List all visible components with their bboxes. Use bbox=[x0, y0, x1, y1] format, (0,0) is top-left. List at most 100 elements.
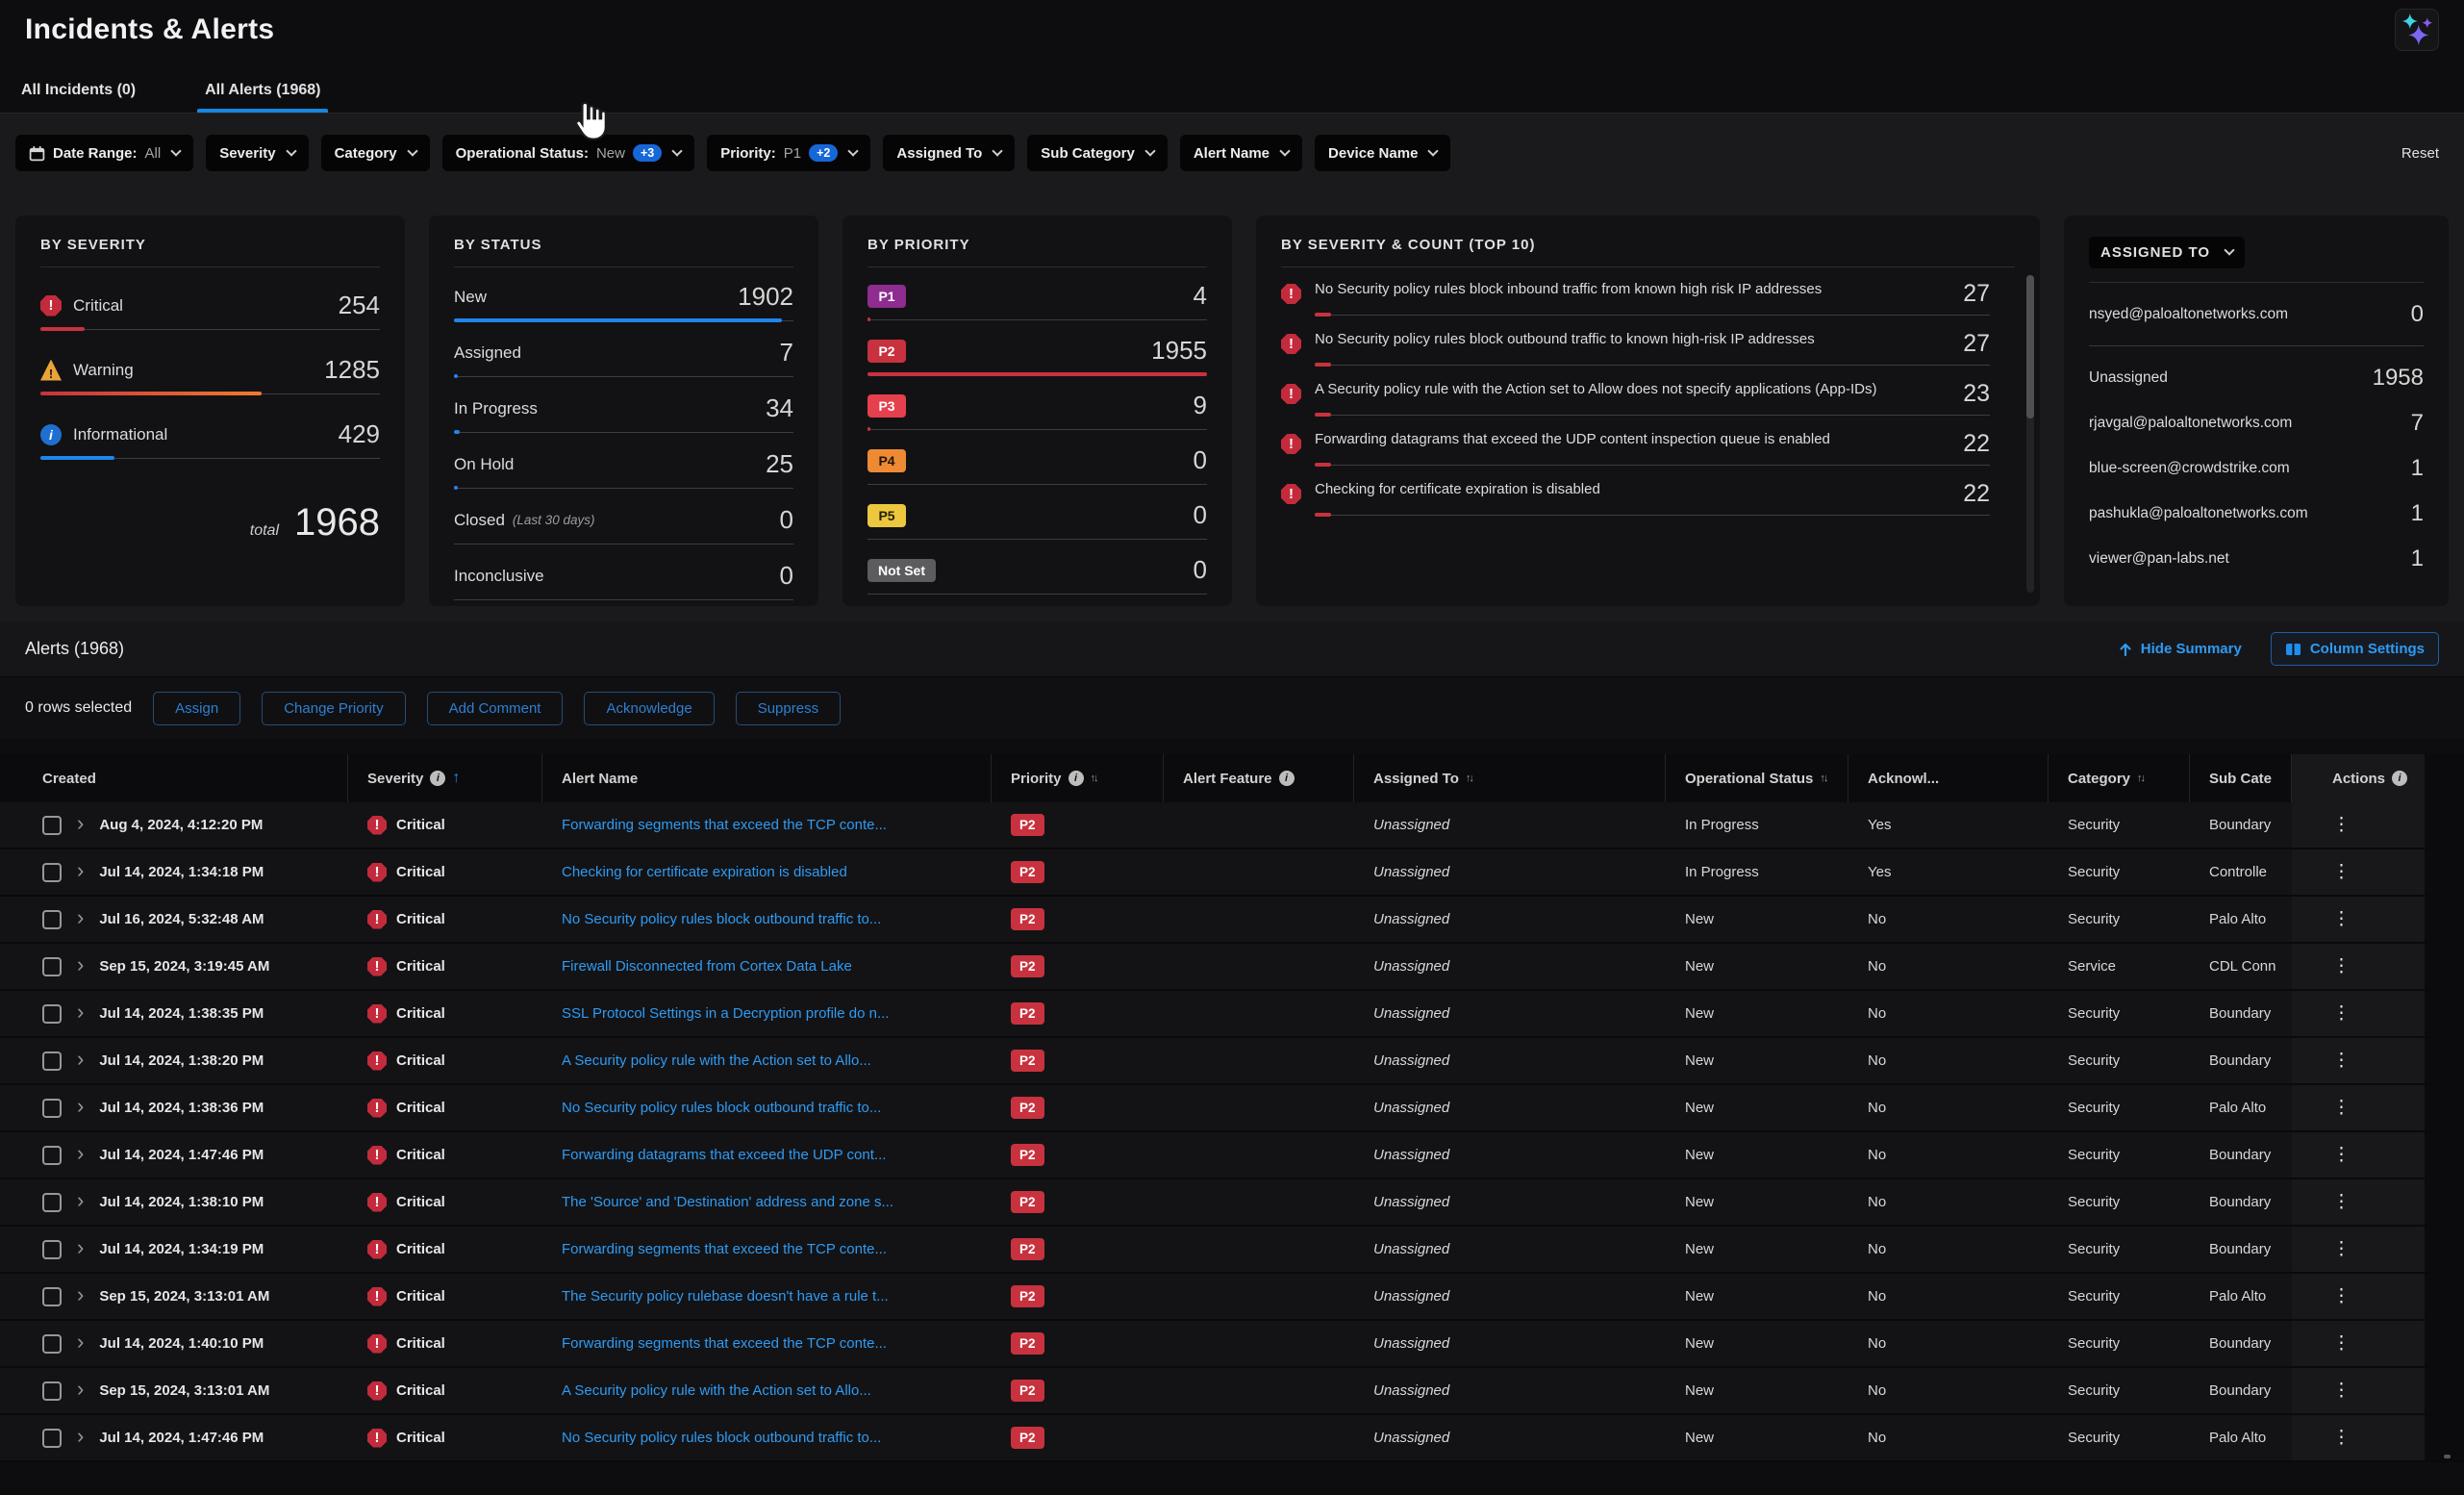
row-actions-menu[interactable]: ⋮ bbox=[2332, 908, 2351, 930]
chevron-right-icon[interactable]: › bbox=[77, 813, 84, 834]
alert-name-link[interactable]: Forwarding segments that exceed the TCP … bbox=[562, 1335, 887, 1352]
row-actions-menu[interactable]: ⋮ bbox=[2332, 1427, 2351, 1449]
chevron-right-icon[interactable]: › bbox=[77, 1426, 84, 1447]
row-actions-menu[interactable]: ⋮ bbox=[2332, 1380, 2351, 1402]
column-header-severity[interactable]: Severity ↑ bbox=[348, 754, 542, 802]
row-checkbox[interactable] bbox=[42, 910, 62, 929]
filter-pill[interactable]: Device Name bbox=[1315, 135, 1450, 171]
column-header-sub-cate[interactable]: Sub Cate bbox=[2190, 754, 2292, 802]
filter-pill[interactable]: Category bbox=[321, 135, 430, 171]
row-actions-menu[interactable]: ⋮ bbox=[2332, 1238, 2351, 1260]
card-scrollbar-thumb[interactable] bbox=[2026, 275, 2034, 418]
column-header-operational-status[interactable]: Operational Status ↑↓ bbox=[1666, 754, 1848, 802]
tab-all-incidents[interactable]: All Incidents (0) bbox=[13, 72, 143, 113]
reset-filters-button[interactable]: Reset bbox=[2401, 145, 2439, 162]
chevron-right-icon[interactable]: › bbox=[77, 860, 84, 881]
suppress-button[interactable]: Suppress bbox=[736, 692, 841, 725]
row-actions-menu[interactable]: ⋮ bbox=[2332, 1191, 2351, 1213]
alert-name-link[interactable]: The 'Source' and 'Destination' address a… bbox=[562, 1194, 893, 1210]
row-checkbox[interactable] bbox=[42, 1004, 62, 1024]
row-actions-menu[interactable]: ⋮ bbox=[2332, 1285, 2351, 1307]
row-checkbox[interactable] bbox=[42, 1287, 62, 1306]
column-header-acknowl[interactable]: Acknowl... bbox=[1848, 754, 2049, 802]
row-checkbox[interactable] bbox=[42, 1240, 62, 1259]
alert-name-link[interactable]: The Security policy rulebase doesn't hav… bbox=[562, 1288, 889, 1305]
alert-name-link[interactable]: No Security policy rules block outbound … bbox=[562, 1430, 881, 1446]
chevron-right-icon[interactable]: › bbox=[77, 1237, 84, 1258]
table-row[interactable]: › Sep 15, 2024, 3:13:01 AM Critical The … bbox=[0, 1274, 2464, 1321]
row-checkbox[interactable] bbox=[42, 863, 62, 882]
column-settings-button[interactable]: Column Settings bbox=[2271, 632, 2439, 666]
filter-pill[interactable]: Alert Name bbox=[1180, 135, 1302, 171]
filter-pill[interactable]: Severity bbox=[206, 135, 308, 171]
chevron-right-icon[interactable]: › bbox=[77, 954, 84, 976]
ai-sparkle-button[interactable] bbox=[2395, 9, 2439, 51]
assigned-to-dropdown[interactable]: ASSIGNED TO bbox=[2089, 237, 2245, 268]
table-row[interactable]: › Aug 4, 2024, 4:12:20 PM Critical Forwa… bbox=[0, 802, 2464, 849]
row-actions-menu[interactable]: ⋮ bbox=[2332, 955, 2351, 977]
row-actions-menu[interactable]: ⋮ bbox=[2332, 1144, 2351, 1166]
alert-name-link[interactable]: SSL Protocol Settings in a Decryption pr… bbox=[562, 1005, 889, 1022]
row-checkbox[interactable] bbox=[42, 1334, 62, 1354]
table-row[interactable]: › Jul 14, 2024, 1:47:46 PM Critical Forw… bbox=[0, 1132, 2464, 1179]
row-actions-menu[interactable]: ⋮ bbox=[2332, 1332, 2351, 1355]
change-priority-button[interactable]: Change Priority bbox=[262, 692, 405, 725]
table-row[interactable]: › Jul 14, 2024, 1:38:10 PM Critical The … bbox=[0, 1179, 2464, 1227]
chevron-right-icon[interactable]: › bbox=[77, 1143, 84, 1164]
table-row[interactable]: › Jul 14, 2024, 1:38:20 PM Critical A Se… bbox=[0, 1038, 2464, 1085]
filter-pill[interactable]: Date Range: All bbox=[15, 135, 193, 171]
row-checkbox[interactable] bbox=[42, 816, 62, 835]
table-row[interactable]: › Jul 14, 2024, 1:38:36 PM Critical No S… bbox=[0, 1085, 2464, 1132]
filter-pill[interactable]: Assigned To bbox=[883, 135, 1015, 171]
acknowledge-button[interactable]: Acknowledge bbox=[584, 692, 714, 725]
alert-name-link[interactable]: A Security policy rule with the Action s… bbox=[562, 1052, 871, 1069]
table-row[interactable]: › Jul 14, 2024, 1:34:19 PM Critical Forw… bbox=[0, 1227, 2464, 1274]
row-actions-menu[interactable]: ⋮ bbox=[2332, 1050, 2351, 1072]
table-row[interactable]: › Jul 14, 2024, 1:38:35 PM Critical SSL … bbox=[0, 991, 2464, 1038]
chevron-right-icon[interactable]: › bbox=[77, 1284, 84, 1305]
chevron-right-icon[interactable]: › bbox=[77, 1096, 84, 1117]
column-header-assigned-to[interactable]: Assigned To ↑↓ bbox=[1354, 754, 1666, 802]
alert-name-link[interactable]: No Security policy rules block outbound … bbox=[562, 1100, 881, 1116]
chevron-right-icon[interactable]: › bbox=[77, 907, 84, 928]
chevron-right-icon[interactable]: › bbox=[77, 1049, 84, 1070]
chevron-right-icon[interactable]: › bbox=[77, 1331, 84, 1353]
chevron-right-icon[interactable]: › bbox=[77, 1001, 84, 1023]
table-scrollbar-thumb[interactable] bbox=[2444, 1455, 2451, 1458]
column-header-alert-feature[interactable]: Alert Feature bbox=[1164, 754, 1354, 802]
alert-name-link[interactable]: Forwarding segments that exceed the TCP … bbox=[562, 817, 887, 833]
row-checkbox[interactable] bbox=[42, 1193, 62, 1212]
row-actions-menu[interactable]: ⋮ bbox=[2332, 1002, 2351, 1025]
row-checkbox[interactable] bbox=[42, 1146, 62, 1165]
chevron-right-icon[interactable]: › bbox=[77, 1379, 84, 1400]
alert-name-link[interactable]: Forwarding segments that exceed the TCP … bbox=[562, 1241, 887, 1257]
row-checkbox[interactable] bbox=[42, 1429, 62, 1448]
table-row[interactable]: › Sep 15, 2024, 3:13:01 AM Critical A Se… bbox=[0, 1368, 2464, 1415]
alert-name-link[interactable]: Firewall Disconnected from Cortex Data L… bbox=[562, 958, 852, 975]
assign-button[interactable]: Assign bbox=[153, 692, 240, 725]
row-actions-menu[interactable]: ⋮ bbox=[2332, 814, 2351, 836]
alert-name-link[interactable]: Checking for certificate expiration is d… bbox=[562, 864, 847, 880]
row-checkbox[interactable] bbox=[42, 957, 62, 976]
filter-pill[interactable]: Sub Category bbox=[1027, 135, 1168, 171]
filter-pill[interactable]: Operational Status: New +3 bbox=[442, 135, 695, 171]
tab-all-alerts[interactable]: All Alerts (1968) bbox=[197, 72, 328, 113]
table-row[interactable]: › Jul 14, 2024, 1:34:18 PM Critical Chec… bbox=[0, 849, 2464, 897]
table-row[interactable]: › Jul 14, 2024, 1:40:10 PM Critical Forw… bbox=[0, 1321, 2464, 1368]
table-row[interactable]: › Sep 15, 2024, 3:19:45 AM Critical Fire… bbox=[0, 944, 2464, 991]
hide-summary-button[interactable]: Hide Summary bbox=[2118, 641, 2242, 657]
column-header-alert-name[interactable]: Alert Name bbox=[542, 754, 992, 802]
column-header-priority[interactable]: Priority ↑↓ bbox=[992, 754, 1164, 802]
row-checkbox[interactable] bbox=[42, 1052, 62, 1071]
filter-pill[interactable]: Priority: P1 +2 bbox=[707, 135, 870, 171]
row-actions-menu[interactable]: ⋮ bbox=[2332, 861, 2351, 883]
row-checkbox[interactable] bbox=[42, 1381, 62, 1401]
row-actions-menu[interactable]: ⋮ bbox=[2332, 1097, 2351, 1119]
alert-name-link[interactable]: Forwarding datagrams that exceed the UDP… bbox=[562, 1147, 886, 1163]
chevron-right-icon[interactable]: › bbox=[77, 1190, 84, 1211]
add-comment-button[interactable]: Add Comment bbox=[427, 692, 564, 725]
column-header-category[interactable]: Category ↑↓ bbox=[2049, 754, 2190, 802]
row-checkbox[interactable] bbox=[42, 1099, 62, 1118]
column-header-actions[interactable]: Actions bbox=[2292, 754, 2425, 802]
alert-name-link[interactable]: No Security policy rules block outbound … bbox=[562, 911, 881, 927]
